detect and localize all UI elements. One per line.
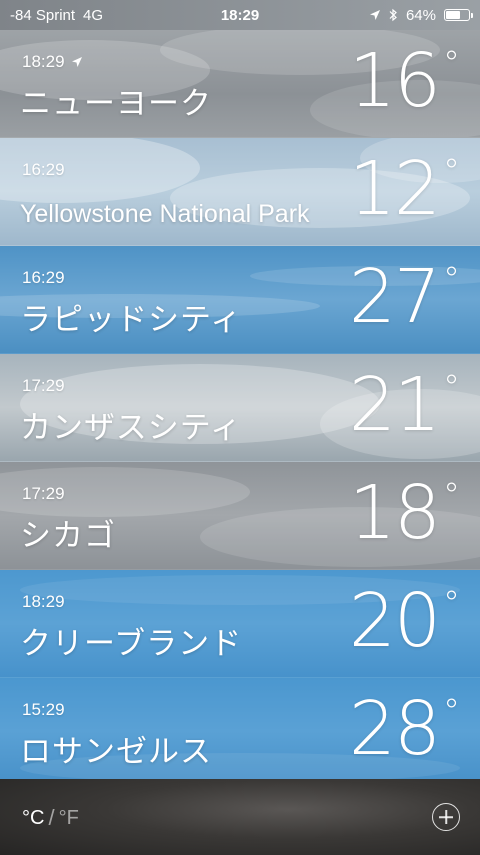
degree-symbol: ° bbox=[443, 44, 460, 84]
degree-symbol: ° bbox=[443, 584, 460, 624]
city-local-time: 18:29 bbox=[22, 52, 65, 71]
city-local-time: 17:29 bbox=[22, 376, 65, 395]
city-local-time-row: 16:29 bbox=[22, 268, 65, 288]
city-temperature: 28 ° bbox=[348, 686, 460, 772]
unit-toggle[interactable]: °C / °F bbox=[22, 805, 79, 831]
city-row[interactable]: 15:29 ロサンゼルス 28 ° bbox=[0, 678, 480, 786]
city-row[interactable]: 16:29 ラピッドシティ 27 ° bbox=[0, 246, 480, 354]
carrier-label: -84 Sprint bbox=[10, 6, 76, 24]
city-local-time: 18:29 bbox=[22, 592, 65, 611]
city-row[interactable]: 17:29 カンザスシティ 21 ° bbox=[0, 354, 480, 462]
degree-symbol: ° bbox=[443, 476, 460, 516]
city-name: クリーブランド bbox=[20, 626, 243, 662]
city-local-time-row: 17:29 bbox=[22, 484, 65, 504]
city-row[interactable]: 18:29 ニューヨーク 16 ° bbox=[0, 30, 480, 138]
unit-celsius[interactable]: °C bbox=[22, 807, 44, 830]
degree-symbol: ° bbox=[443, 260, 460, 300]
city-row[interactable]: 17:29 シカゴ 18 ° bbox=[0, 462, 480, 570]
temperature-value: 28 bbox=[348, 686, 441, 772]
degree-symbol: ° bbox=[443, 368, 460, 408]
status-left: -84 Sprint 4G bbox=[10, 7, 103, 24]
city-list: 18:29 ニューヨーク 16 ° 16:29 Yellowstone Natio… bbox=[0, 30, 480, 786]
footer-bar: °C / °F bbox=[0, 779, 480, 855]
city-name: ニューヨーク bbox=[20, 86, 212, 122]
degree-symbol: ° bbox=[443, 152, 460, 192]
bluetooth-icon bbox=[389, 8, 397, 22]
city-temperature: 16 ° bbox=[348, 38, 460, 124]
city-local-time-row: 16:29 bbox=[22, 160, 65, 180]
temperature-value: 27 bbox=[348, 254, 441, 340]
city-temperature: 27 ° bbox=[348, 254, 460, 340]
city-row[interactable]: 18:29 クリーブランド 20 ° bbox=[0, 570, 480, 678]
status-bar: -84 Sprint 4G 18:29 64% bbox=[0, 0, 480, 30]
add-city-button[interactable] bbox=[432, 803, 460, 831]
city-temperature: 21 ° bbox=[348, 362, 460, 448]
battery-percent: 64% bbox=[405, 6, 436, 24]
status-right: 64% bbox=[369, 6, 473, 24]
degree-symbol: ° bbox=[443, 692, 460, 732]
city-local-time-row: 18:29 bbox=[22, 592, 65, 612]
network-label: 4G bbox=[83, 6, 104, 24]
city-local-time-row: 15:29 bbox=[22, 700, 65, 720]
unit-separator: / bbox=[48, 805, 55, 830]
unit-fahrenheit[interactable]: °F bbox=[59, 807, 79, 830]
temperature-value: 16 bbox=[348, 38, 441, 124]
city-temperature: 12 ° bbox=[348, 146, 460, 232]
city-row[interactable]: 16:29 Yellowstone National Park 12 ° bbox=[0, 138, 480, 246]
city-temperature: 20 ° bbox=[348, 578, 460, 664]
location-arrow-icon bbox=[369, 10, 380, 20]
city-name: ロサンゼルス bbox=[20, 734, 212, 770]
battery-fill bbox=[446, 11, 461, 19]
city-temperature: 18 ° bbox=[348, 470, 460, 556]
city-name: カンザスシティ bbox=[20, 410, 242, 446]
city-local-time: 16:29 bbox=[22, 268, 65, 287]
location-arrow-icon bbox=[71, 57, 82, 67]
temperature-value: 12 bbox=[348, 146, 441, 232]
city-local-time-row: 17:29 bbox=[22, 376, 65, 396]
temperature-value: 21 bbox=[348, 362, 441, 448]
city-name: Yellowstone National Park bbox=[20, 200, 310, 228]
battery-icon bbox=[444, 9, 473, 21]
temperature-value: 20 bbox=[348, 578, 441, 664]
temperature-value: 18 bbox=[348, 470, 441, 556]
city-name: ラピッドシティ bbox=[20, 302, 243, 338]
city-local-time: 15:29 bbox=[22, 700, 65, 719]
city-local-time-row: 18:29 bbox=[22, 52, 83, 72]
city-name: シカゴ bbox=[20, 518, 116, 554]
city-local-time: 16:29 bbox=[22, 160, 65, 179]
city-local-time: 17:29 bbox=[22, 484, 65, 503]
